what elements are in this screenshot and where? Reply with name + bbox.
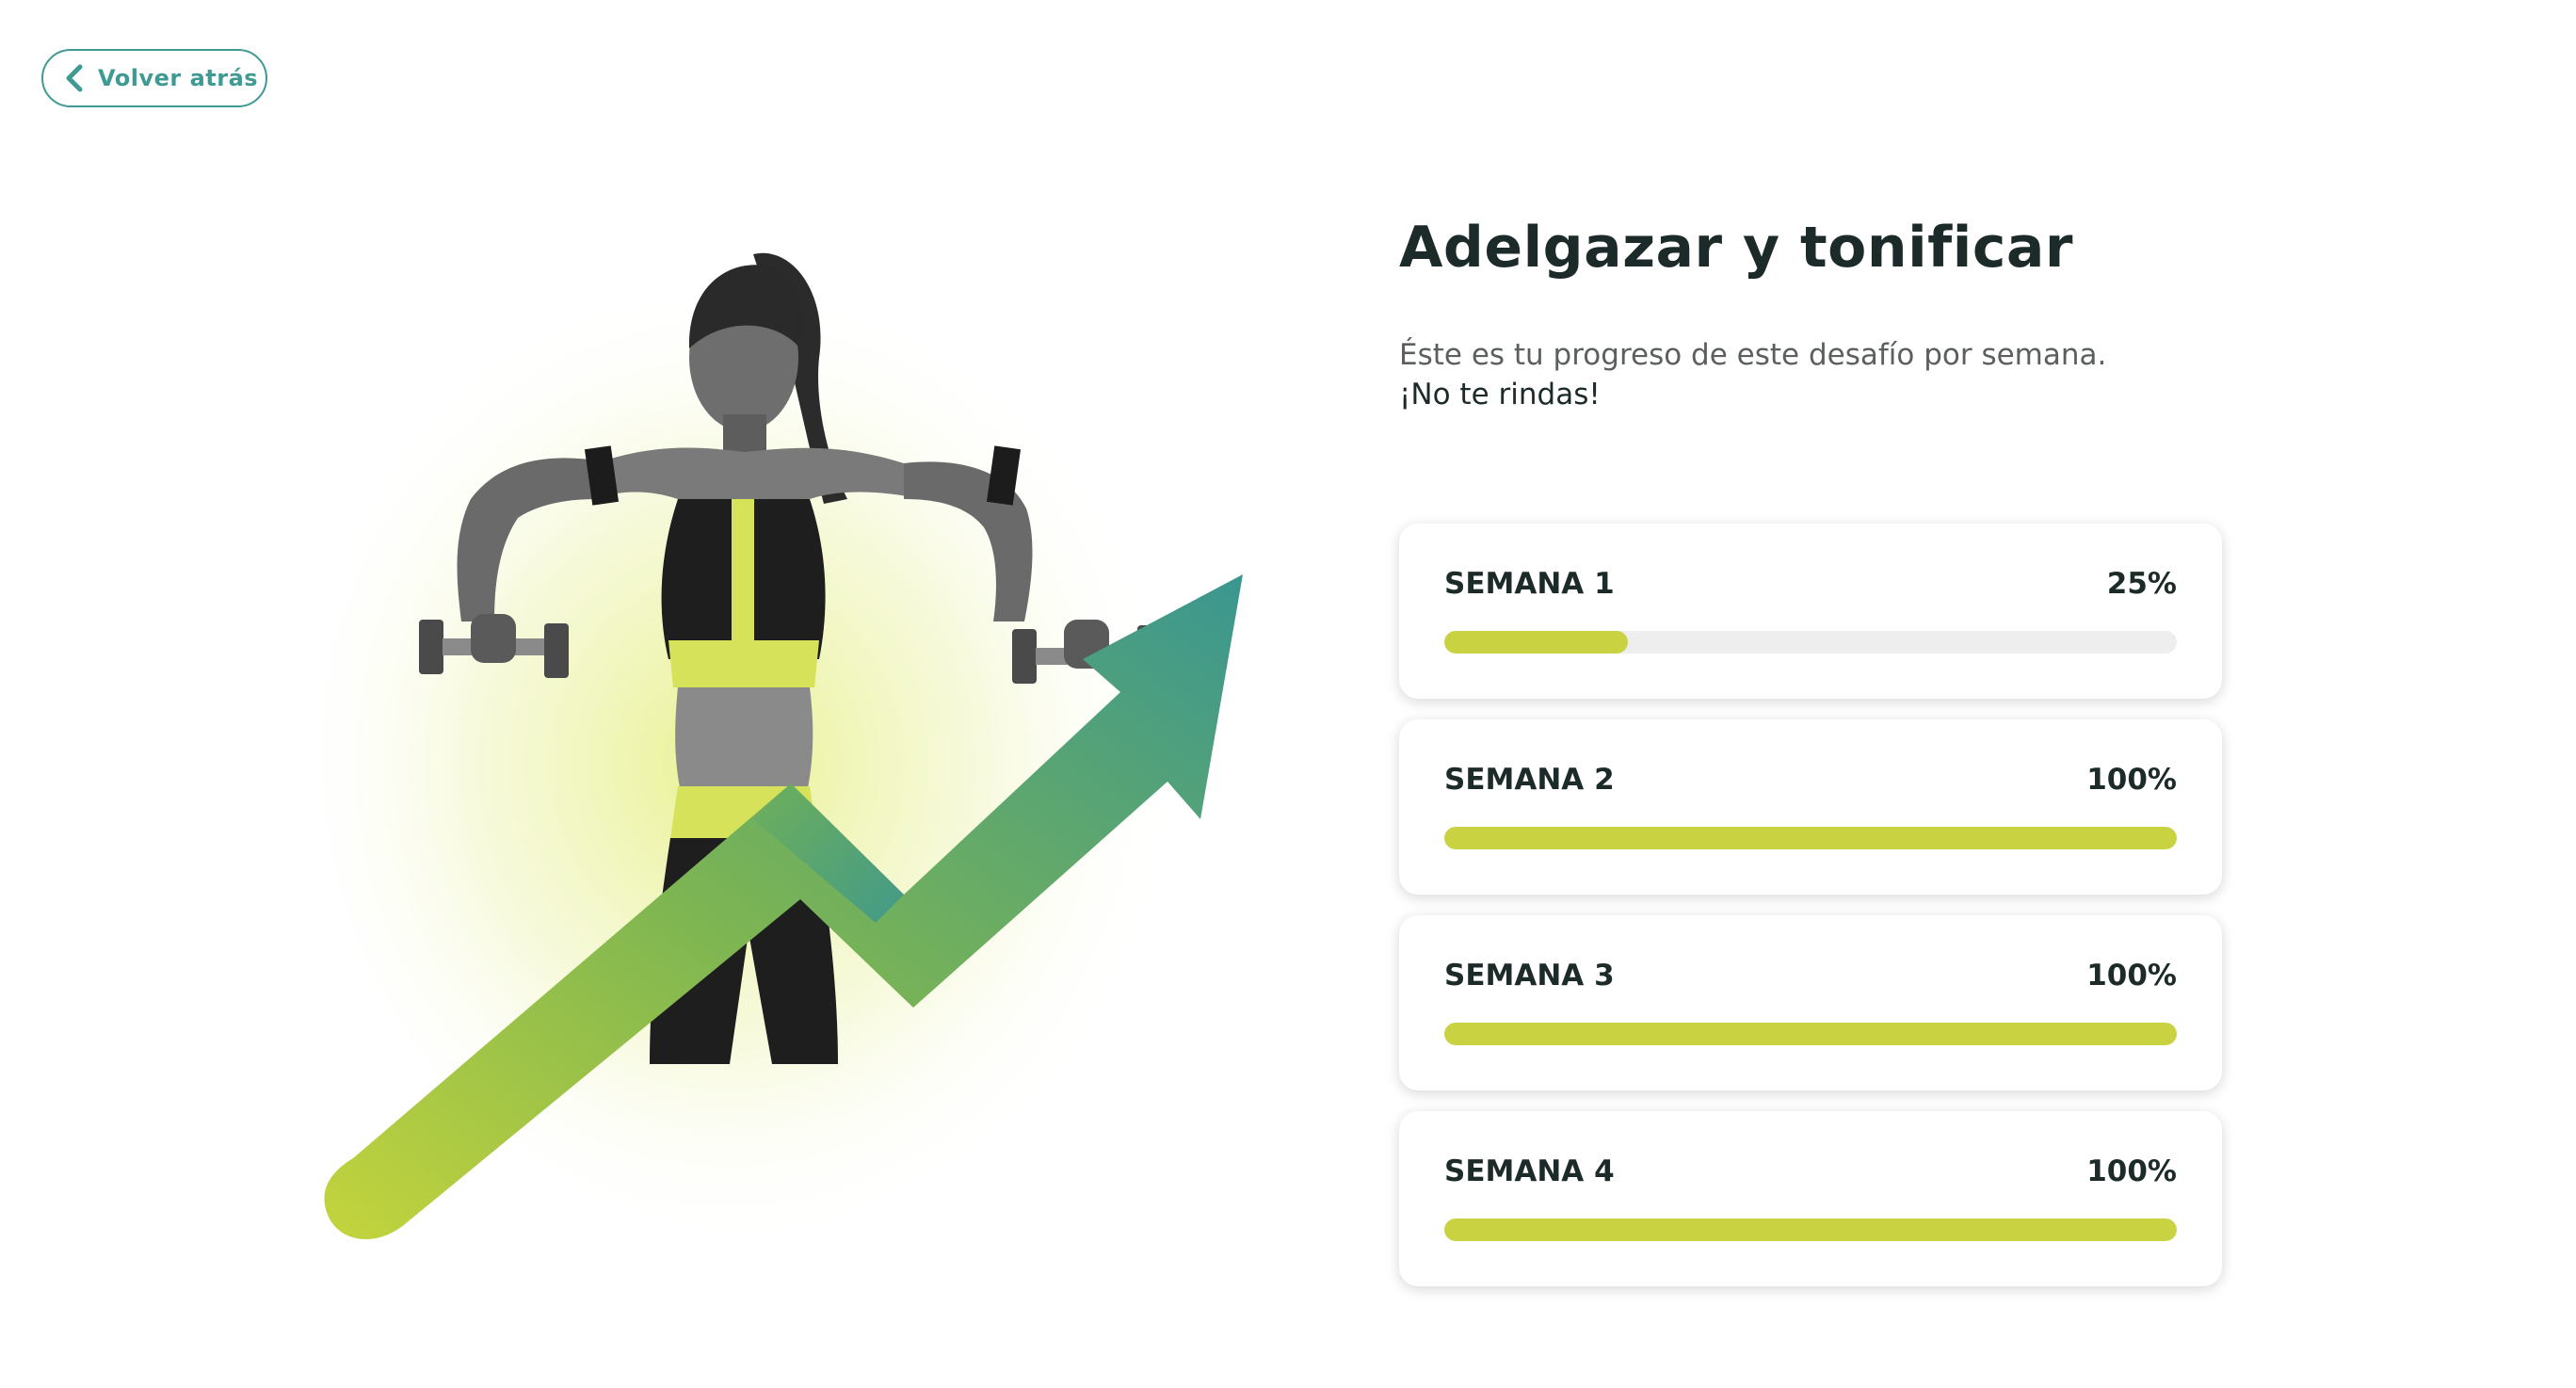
progress-fill — [1444, 631, 1628, 654]
challenge-progress-page: Volver atrás Adelgazar y tonificar Éste … — [0, 0, 2576, 1388]
hero-illustration — [264, 217, 1318, 1252]
progress-fill — [1444, 827, 2177, 849]
week-label: SEMANA 3 — [1444, 959, 1615, 993]
subtitle-line-1: Éste es tu progreso de este desafío por … — [1399, 338, 2107, 372]
week-percent: 100% — [2086, 763, 2177, 797]
progress-track — [1444, 631, 2177, 654]
week-label: SEMANA 4 — [1444, 1154, 1615, 1188]
week-card-4: SEMANA 4 100% — [1399, 1111, 2222, 1286]
chevron-left-icon — [64, 64, 89, 92]
week-label: SEMANA 1 — [1444, 567, 1615, 601]
back-button-label: Volver atrás — [98, 65, 259, 91]
week-label: SEMANA 2 — [1444, 763, 1615, 797]
page-title: Adelgazar y tonificar — [1399, 215, 2073, 281]
fitness-woman-with-arrow-image — [320, 252, 1243, 1240]
progress-track — [1444, 1219, 2177, 1241]
weekly-progress-list: SEMANA 1 25% SEMANA 2 100% SEMANA 3 100% — [1399, 524, 2222, 1307]
page-subtitle: Éste es tu progreso de este desafío por … — [1399, 335, 2106, 414]
progress-fill — [1444, 1023, 2177, 1045]
week-card-1: SEMANA 1 25% — [1399, 524, 2222, 699]
progress-fill — [1444, 1219, 2177, 1241]
week-percent: 25% — [2106, 567, 2177, 601]
week-card-2: SEMANA 2 100% — [1399, 719, 2222, 895]
progress-track — [1444, 1023, 2177, 1045]
week-card-3: SEMANA 3 100% — [1399, 915, 2222, 1090]
back-button[interactable]: Volver atrás — [41, 49, 267, 107]
week-percent: 100% — [2086, 1154, 2177, 1188]
subtitle-line-2: ¡No te rindas! — [1399, 378, 1601, 412]
progress-track — [1444, 827, 2177, 849]
week-percent: 100% — [2086, 959, 2177, 993]
